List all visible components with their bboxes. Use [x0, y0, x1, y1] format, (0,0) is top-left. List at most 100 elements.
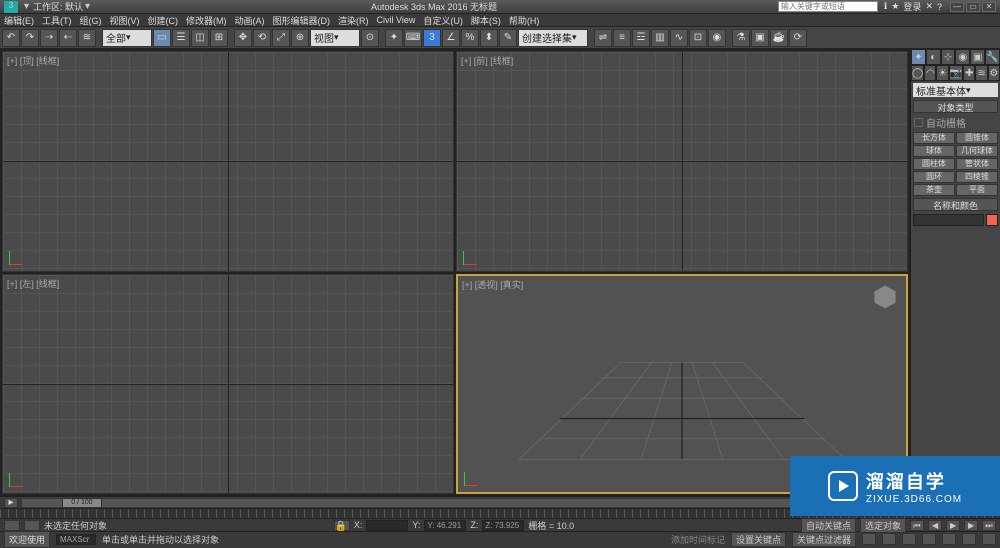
keyboard-shortcut-button[interactable]: ⌨: [404, 29, 422, 47]
use-pivot-button[interactable]: ⊙: [361, 29, 379, 47]
curve-editor-button[interactable]: ∿: [670, 29, 688, 47]
prev-frame-button[interactable]: ◀: [928, 520, 942, 531]
selection-lock-button[interactable]: [24, 520, 40, 531]
window-crossing-button[interactable]: ⊞: [210, 29, 228, 47]
render-production-button[interactable]: ☕: [770, 29, 788, 47]
zoom-extents-button[interactable]: [922, 533, 936, 545]
snap-toggle-button[interactable]: 3: [423, 29, 441, 47]
rendered-frame-button[interactable]: ▣: [751, 29, 769, 47]
selected-dropdown[interactable]: 选定对象: [860, 518, 906, 533]
box-button[interactable]: 长方体: [913, 132, 955, 144]
viewport-front[interactable]: [+] [前] [线框]: [456, 51, 908, 272]
fov-button[interactable]: [942, 533, 956, 545]
login-link[interactable]: 登录: [903, 0, 921, 13]
goto-start-button[interactable]: ⏮: [910, 520, 924, 531]
maxscript-listener[interactable]: [56, 534, 96, 545]
category-dropdown[interactable]: 标准基本体 ▾: [913, 83, 998, 97]
geometry-button[interactable]: ◯: [911, 65, 924, 81]
viewport-front-label[interactable]: [+] [前] [线框]: [461, 54, 513, 67]
select-manipulate-button[interactable]: ✦: [385, 29, 403, 47]
select-object-button[interactable]: ▭: [153, 29, 171, 47]
rollout-objtype[interactable]: 对象类型: [913, 100, 998, 113]
viewport-persp-label[interactable]: [+] [透视] [真实]: [462, 278, 523, 291]
selection-filter-dropdown[interactable]: 全部 ▾: [102, 29, 152, 47]
rollout-namecolor[interactable]: 名称和颜色: [913, 198, 998, 211]
spacewarps-button[interactable]: ≋: [975, 65, 987, 81]
select-region-button[interactable]: ◫: [191, 29, 209, 47]
minimize-button[interactable]: —: [950, 2, 964, 12]
star-icon[interactable]: ★: [891, 1, 899, 12]
viewcube-icon[interactable]: [870, 282, 900, 312]
geosphere-button[interactable]: 几何球体: [956, 145, 998, 157]
shapes-button[interactable]: ◠: [924, 65, 936, 81]
search-input[interactable]: [778, 1, 878, 12]
menu-group[interactable]: 组(G): [80, 14, 102, 27]
spinner-snap-button[interactable]: ⬍: [480, 29, 498, 47]
select-scale-button[interactable]: ⤢: [272, 29, 290, 47]
utilities-tab[interactable]: 🔧: [985, 49, 1000, 65]
autogrid-checkbox[interactable]: [914, 118, 923, 127]
schematic-view-button[interactable]: ⊡: [689, 29, 707, 47]
workspace-label[interactable]: 工作区: 默认: [33, 0, 83, 13]
angle-snap-button[interactable]: ∠: [442, 29, 460, 47]
cylinder-button[interactable]: 圆柱体: [913, 158, 955, 170]
lock-button[interactable]: 🔒: [334, 520, 350, 531]
zoom-all-button[interactable]: [902, 533, 916, 545]
sphere-button[interactable]: 球体: [913, 145, 955, 157]
display-tab[interactable]: ▣: [970, 49, 985, 65]
layer-manager-button[interactable]: ☲: [632, 29, 650, 47]
viewport-left[interactable]: [+] [左] [线框]: [2, 274, 454, 495]
menu-animation[interactable]: 动画(A): [235, 14, 265, 27]
redo-button[interactable]: ↷: [21, 29, 39, 47]
welcome-button[interactable]: 欢迎使用: [4, 531, 50, 548]
helpers-button[interactable]: ✚: [963, 65, 975, 81]
orbit-button[interactable]: [962, 533, 976, 545]
exchange-icon[interactable]: ✕: [925, 1, 933, 12]
named-selection-dropdown[interactable]: 创建选择集 ▾: [518, 29, 588, 47]
goto-end-button[interactable]: ⏭: [982, 520, 996, 531]
edit-named-selection-button[interactable]: ✎: [499, 29, 517, 47]
toggle-ribbon-button[interactable]: ▥: [651, 29, 669, 47]
render-iterative-button[interactable]: ⟳: [789, 29, 807, 47]
align-button[interactable]: ≡: [613, 29, 631, 47]
link-button[interactable]: ⇢: [40, 29, 58, 47]
coord-y-input[interactable]: Y: 46.291: [424, 520, 466, 531]
unlink-button[interactable]: ⇠: [59, 29, 77, 47]
torus-button[interactable]: 圆环: [913, 171, 955, 183]
zoom-button[interactable]: [882, 533, 896, 545]
undo-button[interactable]: ↶: [2, 29, 20, 47]
systems-button[interactable]: ⚙: [988, 65, 1000, 81]
coord-z-input[interactable]: Z: 73.925: [482, 520, 524, 531]
select-move-button[interactable]: ✥: [234, 29, 252, 47]
viewport-top[interactable]: [+] [顶] [线框]: [2, 51, 454, 272]
menu-views[interactable]: 视图(V): [110, 14, 140, 27]
menu-tools[interactable]: 工具(T): [42, 14, 72, 27]
bind-spacewarp-button[interactable]: ≋: [78, 29, 96, 47]
setkey-button[interactable]: 设置关键点: [731, 532, 786, 547]
play-button[interactable]: ▶: [946, 520, 960, 531]
create-tab[interactable]: ✦: [911, 49, 926, 65]
menu-help[interactable]: 帮助(H): [509, 14, 540, 27]
object-name-input[interactable]: [913, 214, 984, 226]
select-by-name-button[interactable]: ☰: [172, 29, 190, 47]
viewport-top-label[interactable]: [+] [顶] [线框]: [7, 54, 59, 67]
coord-x-input[interactable]: [366, 520, 408, 531]
keyfilter-button[interactable]: 关键点过滤器: [792, 532, 856, 547]
menu-rendering[interactable]: 渲染(R): [338, 14, 369, 27]
menu-edit[interactable]: 编辑(E): [4, 14, 34, 27]
close-button[interactable]: ✕: [982, 2, 996, 12]
quick-access-icon[interactable]: ▾: [24, 1, 29, 12]
next-frame-button[interactable]: ▶: [964, 520, 978, 531]
maximize-button[interactable]: ▭: [966, 2, 980, 12]
mirror-button[interactable]: ⇌: [594, 29, 612, 47]
percent-snap-button[interactable]: %: [461, 29, 479, 47]
viewport-left-label[interactable]: [+] [左] [线框]: [7, 277, 59, 290]
select-place-button[interactable]: ⊕: [291, 29, 309, 47]
menu-maxscript[interactable]: 脚本(S): [471, 14, 501, 27]
menu-grapheditors[interactable]: 图形编辑器(D): [273, 14, 331, 27]
select-rotate-button[interactable]: ⟲: [253, 29, 271, 47]
pyramid-button[interactable]: 四棱锥: [956, 171, 998, 183]
lights-button[interactable]: ☀: [936, 65, 948, 81]
hierarchy-tab[interactable]: ⊹: [941, 49, 956, 65]
teapot-button[interactable]: 茶壶: [913, 184, 955, 196]
